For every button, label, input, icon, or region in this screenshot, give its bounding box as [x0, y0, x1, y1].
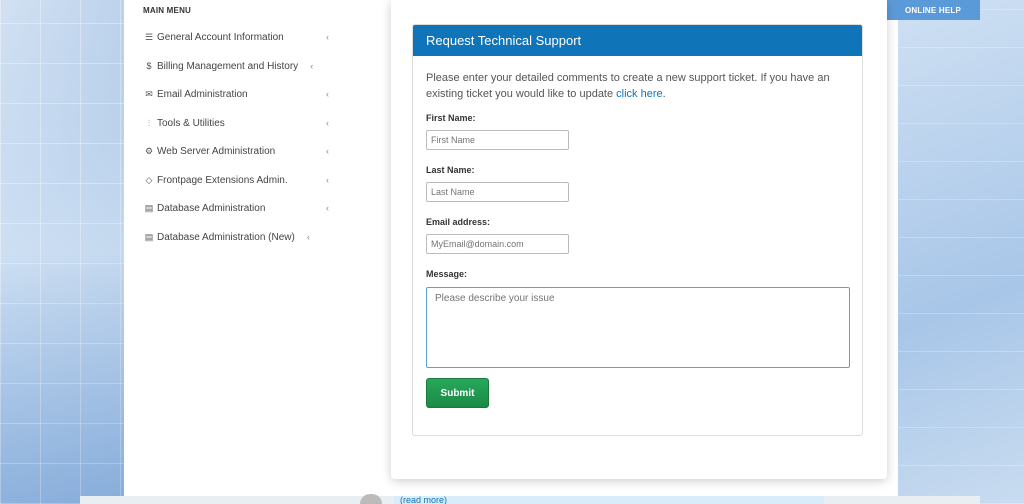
message-textarea[interactable] [426, 287, 850, 368]
sidebar-item-email[interactable]: ✉ Email Administration ‹ [143, 84, 329, 104]
database-icon: ▤ [144, 231, 154, 242]
database-icon: ▤ [144, 202, 154, 213]
email-label: Email address: [426, 217, 491, 227]
sidebar-item-label: Database Administration (New) [157, 231, 295, 243]
chevron-left-icon: ‹ [326, 118, 329, 128]
gear-icon: ⚙ [144, 145, 154, 156]
first-name-input[interactable] [426, 130, 569, 150]
intro-text: Please enter your detailed comments to c… [426, 70, 856, 102]
chevron-left-icon: ‹ [326, 146, 329, 156]
chevron-left-icon: ‹ [326, 175, 329, 185]
update-ticket-link[interactable]: click here [616, 88, 662, 100]
chevron-left-icon: ‹ [326, 32, 329, 42]
chevron-left-icon: ‹ [326, 203, 329, 213]
envelope-icon: ✉ [145, 88, 153, 99]
sidebar-item-database-new[interactable]: ▤ Database Administration (New) ‹ [143, 227, 329, 247]
online-help-button[interactable]: ONLINE HELP [886, 0, 980, 20]
sidebar-item-frontpage[interactable]: ◇ Frontpage Extensions Admin. ‹ [143, 170, 329, 190]
panel-title: Request Technical Support [413, 25, 862, 56]
sidebar-item-label: General Account Information [157, 31, 284, 43]
sidebar-item-tools[interactable]: ⫶ Tools & Utilities ‹ [143, 113, 329, 133]
sidebar-item-label: Database Administration [157, 202, 266, 214]
support-card: Request Technical Support Please enter y… [391, 0, 887, 479]
sidebar: MAIN MENU ☰ General Account Information … [124, 0, 386, 500]
submit-button[interactable]: Submit [426, 378, 489, 408]
last-name-input[interactable] [426, 182, 569, 202]
chevron-left-icon: ‹ [306, 232, 310, 242]
sidebar-item-general-account[interactable]: ☰ General Account Information ‹ [143, 27, 329, 47]
sidebar-item-label: Email Administration [157, 88, 248, 100]
sidebar-item-label: Tools & Utilities [157, 117, 225, 129]
first-name-label: First Name: [426, 113, 476, 123]
list-icon: ☰ [144, 31, 154, 42]
read-more-link[interactable]: (read more) [400, 496, 447, 504]
sidebar-item-database[interactable]: ▤ Database Administration ‹ [143, 198, 329, 218]
background-left [0, 0, 124, 504]
sidebar-item-billing[interactable]: $ Billing Management and History ‹ [143, 56, 329, 76]
sidebar-item-label: Billing Management and History [157, 60, 299, 72]
tag-icon: ◇ [145, 174, 153, 185]
sidebar-title: MAIN MENU [143, 6, 192, 15]
footer-box [394, 496, 824, 504]
message-label: Message: [426, 269, 468, 279]
sidebar-item-web-server[interactable]: ⚙ Web Server Administration ‹ [143, 141, 329, 161]
sidebar-item-label: Web Server Administration [157, 145, 276, 157]
intro-text-end: . [662, 88, 666, 100]
support-panel: Request Technical Support Please enter y… [412, 24, 863, 436]
sliders-icon: ⫶ [147, 117, 151, 128]
chevron-left-icon: ‹ [326, 89, 329, 99]
email-input[interactable] [426, 234, 569, 254]
last-name-label: Last Name: [426, 165, 475, 175]
sidebar-item-label: Frontpage Extensions Admin. [157, 174, 288, 186]
dollar-icon: $ [146, 61, 152, 71]
chevron-left-icon: ‹ [310, 61, 314, 71]
background-right [898, 0, 1024, 504]
